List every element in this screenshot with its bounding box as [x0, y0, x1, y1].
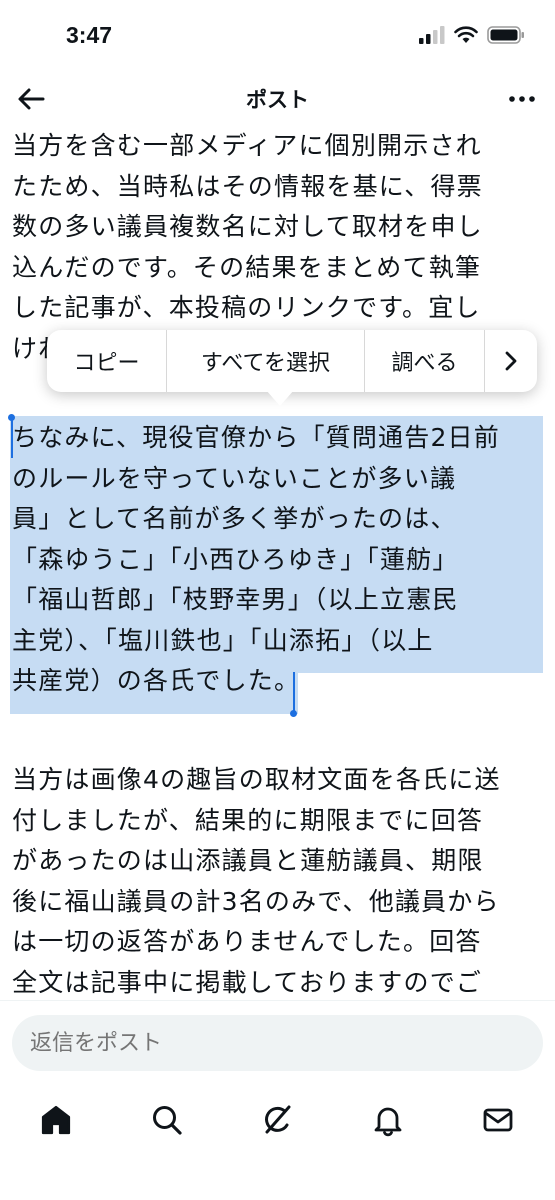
nav-bar: ポスト [0, 74, 555, 124]
search-icon [153, 1106, 182, 1135]
tab-bar [0, 1086, 555, 1200]
context-menu-pointer [266, 390, 294, 406]
post-paragraph-3: 当方は画像4の趣旨の取材文面を各氏に送 付しましたが、結果的に期限までに回答 が… [12, 765, 501, 997]
status-time: 3:47 [66, 22, 113, 48]
home-icon [41, 1105, 71, 1135]
notifications-icon [374, 1107, 402, 1137]
selection-end-knob[interactable] [290, 710, 297, 717]
cellular-signal-icon [419, 26, 445, 44]
wifi-icon [454, 26, 478, 43]
tab-messages[interactable] [478, 1100, 518, 1140]
messages-icon [483, 1108, 513, 1132]
reply-bar [0, 1000, 555, 1087]
select-all-menu-item[interactable]: すべてを選択 [167, 330, 365, 392]
copy-menu-item[interactable]: コピー [47, 330, 167, 392]
tab-search[interactable] [147, 1100, 187, 1140]
battery-icon [487, 26, 524, 44]
status-bar: 3:47 [0, 0, 555, 72]
tab-home[interactable] [36, 1100, 76, 1140]
tab-notifications[interactable] [368, 1100, 408, 1140]
look-up-menu-item[interactable]: 調べる [365, 330, 485, 392]
selection-start-handle[interactable] [11, 420, 13, 458]
chevron-right-icon [505, 351, 517, 371]
text-context-menu: コピー すべてを選択 調べる [47, 330, 537, 392]
selection-end-handle[interactable] [293, 672, 295, 712]
reply-input[interactable] [12, 1015, 543, 1071]
status-icons [419, 26, 525, 44]
more-menu-button[interactable] [485, 330, 537, 392]
post-paragraph-2-selected[interactable]: ちなみに、現役官僚から「質問通告2日前 のルールを守っていないことが多い議 員」… [12, 418, 537, 702]
tab-grok[interactable] [257, 1100, 297, 1140]
more-options-icon[interactable] [505, 82, 539, 116]
page-title: ポスト [246, 88, 309, 112]
selection-start-knob[interactable] [8, 414, 15, 421]
grok-icon [265, 1105, 291, 1134]
